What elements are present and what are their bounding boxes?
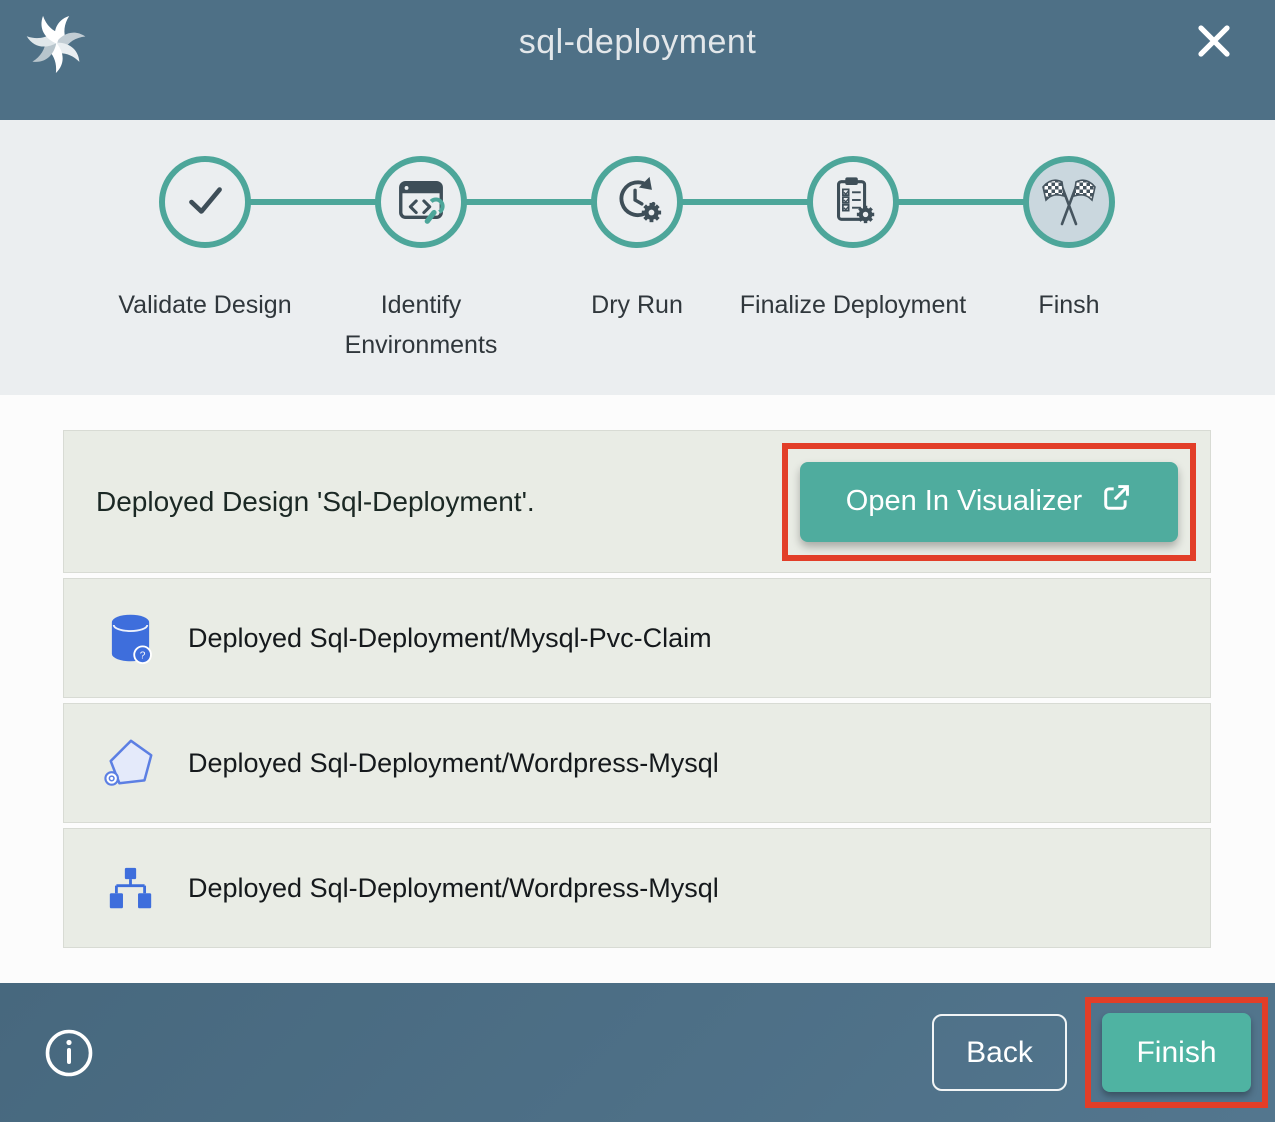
clipboard-gear-icon bbox=[826, 173, 880, 232]
check-icon bbox=[179, 174, 231, 231]
deployed-item-text: Deployed Sql-Deployment/Wordpress-Mysql bbox=[188, 873, 719, 904]
svg-text:?: ? bbox=[139, 650, 145, 661]
deployed-design-message: Deployed Design 'Sql-Deployment'. bbox=[96, 486, 535, 518]
step-label-finalize-deployment: Finalize Deployment bbox=[738, 285, 968, 325]
dry-run-sync-gear-icon bbox=[610, 173, 664, 232]
deployment-hierarchy-icon bbox=[101, 865, 159, 912]
deployed-item-row: Deployed Sql-Deployment/Wordpress-Mysql bbox=[63, 828, 1211, 948]
deployed-item-text: Deployed Sql-Deployment/Mysql-Pvc-Claim bbox=[188, 623, 712, 654]
close-icon[interactable] bbox=[1193, 20, 1235, 62]
deployment-results: Deployed Design 'Sql-Deployment'. Open I… bbox=[0, 395, 1275, 983]
open-in-visualizer-label: Open In Visualizer bbox=[846, 485, 1082, 518]
pvc-database-icon: ? bbox=[101, 611, 159, 665]
deployed-item-row: ? Deployed Sql-Deployment/Mysql-Pvc-Clai… bbox=[63, 578, 1211, 698]
step-identify-environments[interactable] bbox=[375, 156, 467, 248]
annotation-highlight-visualizer: Open In Visualizer bbox=[782, 443, 1196, 561]
dialog-title: sql-deployment bbox=[0, 23, 1275, 62]
back-button[interactable]: Back bbox=[932, 1014, 1067, 1091]
deployed-item-row: Deployed Sql-Deployment/Wordpress-Mysql bbox=[63, 703, 1211, 823]
annotation-highlight-finish: Finish bbox=[1085, 997, 1268, 1108]
step-label-identify-environments: Identify Environments bbox=[306, 285, 536, 365]
external-link-icon bbox=[1100, 482, 1132, 522]
info-icon[interactable] bbox=[43, 1027, 95, 1079]
dialog-footer: Back Finish bbox=[0, 983, 1275, 1122]
checkered-flags-icon bbox=[1041, 172, 1097, 233]
step-label-finish: Finsh bbox=[954, 285, 1184, 325]
step-finish[interactable] bbox=[1023, 156, 1115, 248]
code-wrench-icon bbox=[394, 173, 448, 232]
deployment-stepper: Validate Design Identify Environments Dr… bbox=[0, 120, 1275, 395]
step-label-dry-run: Dry Run bbox=[522, 285, 752, 325]
step-label-validate-design: Validate Design bbox=[90, 285, 320, 325]
deployed-design-row: Deployed Design 'Sql-Deployment'. Open I… bbox=[63, 430, 1211, 573]
deployed-item-text: Deployed Sql-Deployment/Wordpress-Mysql bbox=[188, 748, 719, 779]
service-pentagon-icon bbox=[101, 736, 159, 790]
dialog-header: sql-deployment bbox=[0, 0, 1275, 120]
step-finalize-deployment[interactable] bbox=[807, 156, 899, 248]
open-in-visualizer-button[interactable]: Open In Visualizer bbox=[800, 462, 1178, 542]
step-validate-design[interactable] bbox=[159, 156, 251, 248]
step-dry-run[interactable] bbox=[591, 156, 683, 248]
finish-button[interactable]: Finish bbox=[1102, 1013, 1251, 1092]
